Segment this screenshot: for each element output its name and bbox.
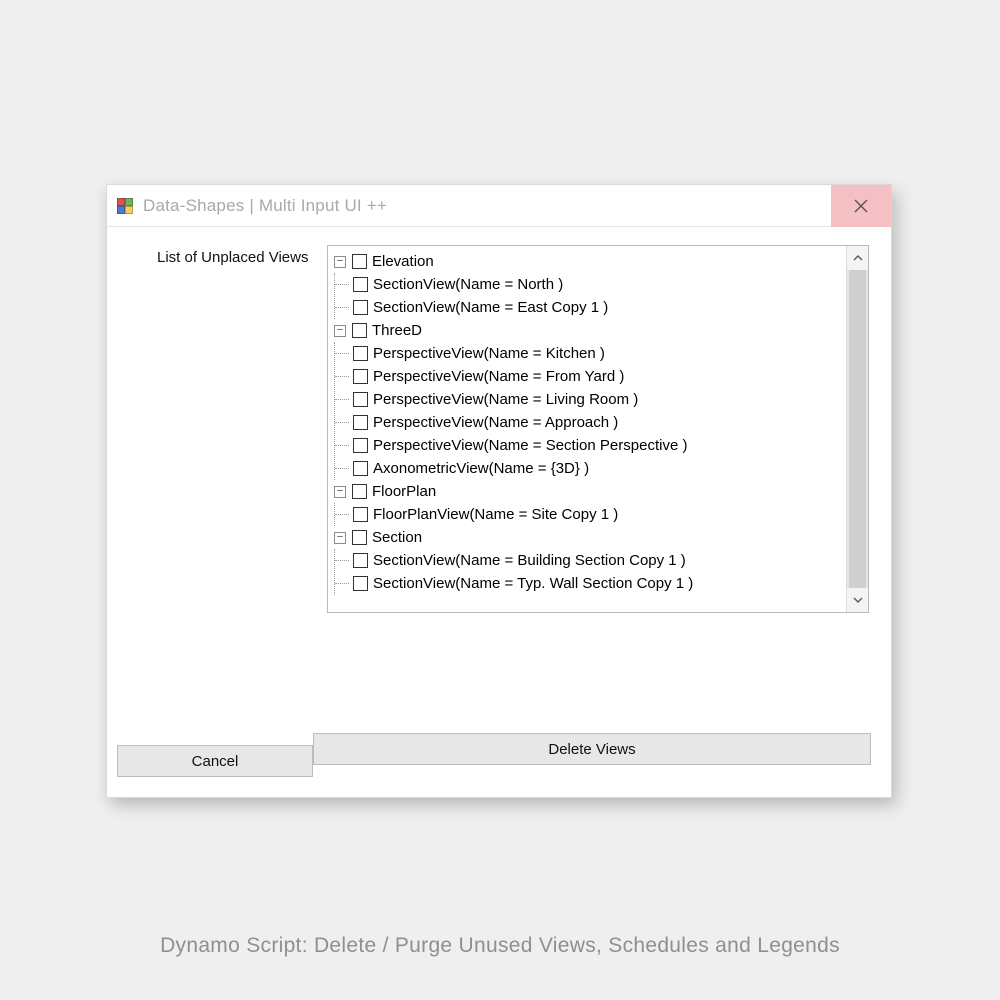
tree-item-label: SectionView(Name = North ): [372, 274, 563, 296]
tree-item: FloorPlanView(Name = Site Copy 1 ): [335, 503, 842, 526]
tree-item: SectionView(Name = North ): [335, 273, 842, 296]
tree-group-label: ThreeD: [371, 320, 422, 342]
item-checkbox[interactable]: [353, 369, 368, 384]
group-checkbox[interactable]: [352, 254, 367, 269]
scroll-down-button[interactable]: [847, 588, 868, 612]
tree-group: −ThreeDPerspectiveView(Name = Kitchen )P…: [334, 319, 842, 480]
scrollbar-track[interactable]: [847, 270, 868, 588]
tree-item-label: SectionView(Name = Typ. Wall Section Cop…: [372, 573, 693, 595]
tree-group-row[interactable]: − Elevation: [334, 250, 842, 273]
dialog-content: List of Unplaced Views −ElevationSection…: [121, 239, 877, 783]
item-checkbox[interactable]: [353, 461, 368, 476]
tree-group-label: Elevation: [371, 251, 434, 273]
tree-item: PerspectiveView(Name = Living Room ): [335, 388, 842, 411]
app-icon: [117, 198, 133, 214]
tree-item-row[interactable]: FloorPlanView(Name = Site Copy 1 ): [335, 503, 842, 526]
tree-item-label: PerspectiveView(Name = From Yard ): [372, 366, 624, 388]
expander-toggle[interactable]: −: [334, 325, 346, 337]
tree-group-row[interactable]: − ThreeD: [334, 319, 842, 342]
tree-group-label: FloorPlan: [371, 481, 436, 503]
scroll-up-button[interactable]: [847, 246, 868, 270]
tree-item-label: SectionView(Name = Building Section Copy…: [372, 550, 686, 572]
item-checkbox[interactable]: [353, 277, 368, 292]
tree-panel: −ElevationSectionView(Name = North )Sect…: [327, 245, 869, 613]
tree-item-row[interactable]: PerspectiveView(Name = Kitchen ): [335, 342, 842, 365]
scrollbar-thumb[interactable]: [849, 270, 866, 588]
tree-item-label: PerspectiveView(Name = Living Room ): [372, 389, 638, 411]
cancel-button[interactable]: Cancel: [117, 745, 313, 777]
item-checkbox[interactable]: [353, 346, 368, 361]
tree-group-row[interactable]: − FloorPlan: [334, 480, 842, 503]
item-checkbox[interactable]: [353, 576, 368, 591]
expander-toggle[interactable]: −: [334, 532, 346, 544]
item-checkbox[interactable]: [353, 507, 368, 522]
expander-toggle[interactable]: −: [334, 256, 346, 268]
tree-item-row[interactable]: SectionView(Name = Building Section Copy…: [335, 549, 842, 572]
chevron-up-icon: [853, 253, 863, 263]
item-checkbox[interactable]: [353, 392, 368, 407]
tree-item-label: PerspectiveView(Name = Approach ): [372, 412, 618, 434]
tree-item-label: FloorPlanView(Name = Site Copy 1 ): [372, 504, 618, 526]
close-icon: [854, 199, 868, 213]
tree-item-label: AxonometricView(Name = {3D} ): [372, 458, 589, 480]
tree-item-label: PerspectiveView(Name = Section Perspecti…: [372, 435, 687, 457]
tree-item: PerspectiveView(Name = Section Perspecti…: [335, 434, 842, 457]
item-checkbox[interactable]: [353, 438, 368, 453]
tree-item-row[interactable]: SectionView(Name = East Copy 1 ): [335, 296, 842, 319]
titlebar: Data-Shapes | Multi Input UI ++: [107, 185, 891, 227]
item-checkbox[interactable]: [353, 300, 368, 315]
group-checkbox[interactable]: [352, 484, 367, 499]
tree-item: PerspectiveView(Name = From Yard ): [335, 365, 842, 388]
close-button[interactable]: [831, 185, 891, 227]
tree-group: − ElevationSectionView(Name = North )Sect…: [334, 250, 842, 319]
tree-item: AxonometricView(Name = {3D} ): [335, 457, 842, 480]
window-title: Data-Shapes | Multi Input UI ++: [143, 196, 387, 216]
vertical-scrollbar[interactable]: [846, 246, 868, 612]
tree-item-row[interactable]: SectionView(Name = Typ. Wall Section Cop…: [335, 572, 842, 595]
tree-group: − FloorPlanFloorPlanView(Name = Site Copy…: [334, 480, 842, 526]
tree-item: SectionView(Name = Building Section Copy…: [335, 549, 842, 572]
tree-group: − SectionSectionView(Name = Building Sect…: [334, 526, 842, 595]
expander-toggle[interactable]: −: [334, 486, 346, 498]
item-checkbox[interactable]: [353, 553, 368, 568]
tree-item-row[interactable]: PerspectiveView(Name = Approach ): [335, 411, 842, 434]
tree-item: SectionView(Name = Typ. Wall Section Cop…: [335, 572, 842, 595]
tree-item: SectionView(Name = East Copy 1 ): [335, 296, 842, 319]
group-checkbox[interactable]: [352, 323, 367, 338]
tree-item-label: SectionView(Name = East Copy 1 ): [372, 297, 608, 319]
button-row: Cancel Delete Views: [121, 725, 877, 779]
field-label: List of Unplaced Views: [157, 249, 308, 266]
tree-item-label: PerspectiveView(Name = Kitchen ): [372, 343, 605, 365]
tree-item-row[interactable]: PerspectiveView(Name = Section Perspecti…: [335, 434, 842, 457]
page-caption: Dynamo Script: Delete / Purge Unused Vie…: [0, 934, 1000, 958]
dialog-window: Data-Shapes | Multi Input UI ++ List of …: [106, 184, 892, 798]
item-checkbox[interactable]: [353, 415, 368, 430]
group-checkbox[interactable]: [352, 530, 367, 545]
tree-item: PerspectiveView(Name = Approach ): [335, 411, 842, 434]
tree-item: PerspectiveView(Name = Kitchen ): [335, 342, 842, 365]
tree-item-row[interactable]: PerspectiveView(Name = From Yard ): [335, 365, 842, 388]
tree-item-row[interactable]: PerspectiveView(Name = Living Room ): [335, 388, 842, 411]
delete-views-button[interactable]: Delete Views: [313, 733, 871, 765]
tree-item-row[interactable]: SectionView(Name = North ): [335, 273, 842, 296]
tree-group-row[interactable]: − Section: [334, 526, 842, 549]
chevron-down-icon: [853, 595, 863, 605]
tree-group-label: Section: [371, 527, 422, 549]
tree-view[interactable]: −ElevationSectionView(Name = North )Sect…: [328, 246, 846, 612]
tree-item-row[interactable]: AxonometricView(Name = {3D} ): [335, 457, 842, 480]
